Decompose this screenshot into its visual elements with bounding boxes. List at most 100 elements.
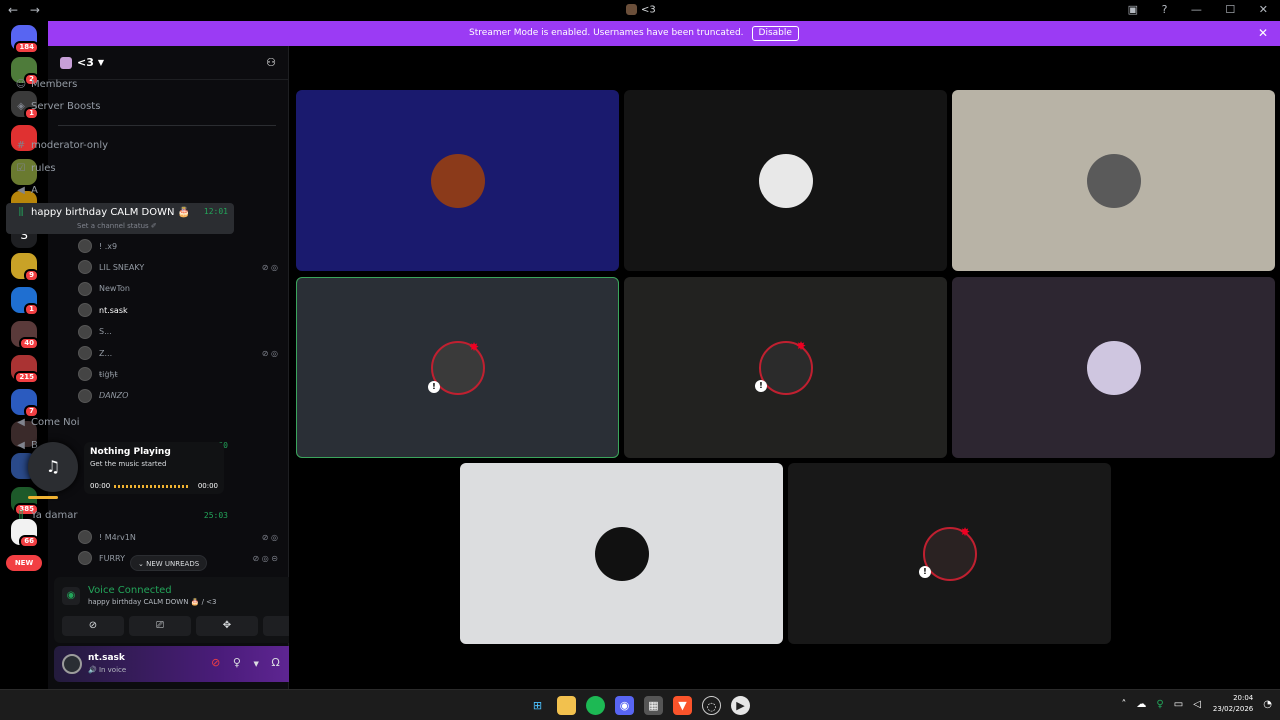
voice-user-name: S...: [99, 327, 112, 337]
voice-user[interactable]: NewTon: [78, 279, 278, 299]
discord-icon[interactable]: ◉: [615, 696, 634, 715]
camera-button[interactable]: ⊘: [62, 616, 124, 636]
system-tray: ˄ ☁ ♀ ▭ ◁ 20:04 23/02/2026 ◔: [1111, 693, 1272, 715]
server-icon[interactable]: 1: [11, 287, 39, 316]
inbox-icon[interactable]: ▣: [1128, 3, 1138, 16]
participant-tile[interactable]: [952, 90, 1275, 271]
back-icon[interactable]: ←: [8, 3, 18, 17]
voice-user[interactable]: S...: [78, 322, 278, 342]
avatar: [78, 551, 92, 566]
channel-moderator-only[interactable]: # moderator-only: [6, 134, 234, 156]
server-icon[interactable]: 40: [11, 321, 39, 350]
clock[interactable]: 20:04 23/02/2026: [1213, 693, 1253, 715]
volume-icon[interactable]: ◁: [1193, 699, 1201, 710]
server-icon[interactable]: 9: [11, 253, 39, 282]
disable-button[interactable]: Disable: [751, 26, 799, 41]
channel-rules[interactable]: ☑ rules: [6, 157, 234, 179]
mention-badge: 66: [19, 535, 39, 548]
game-off-icon[interactable]: ⊘: [211, 656, 220, 669]
voice-user[interactable]: LIL SNEAKY ⊘ ◎: [78, 257, 278, 277]
activities-button[interactable]: ✥: [196, 616, 258, 636]
participant-tile[interactable]: [624, 90, 947, 271]
voice-status: ◉ Voice Connected happy birthday CALM DO…: [62, 585, 217, 606]
voice-user-name: ! M4rv1N: [99, 532, 136, 542]
notification-icon[interactable]: ◔: [1263, 699, 1272, 710]
channel-members[interactable]: ☺ Members: [6, 73, 234, 95]
windows-start-icon[interactable]: ⊞: [528, 696, 547, 715]
music-player[interactable]: ♫ Nothing Playing Get the music started …: [28, 440, 224, 499]
channel-server-boosts[interactable]: ◈ Server Boosts: [6, 95, 234, 117]
headphones-icon[interactable]: Ω: [271, 656, 279, 669]
deafened-icon: ✸: [796, 339, 807, 353]
voice-user-name: ŧiġђŧ: [99, 369, 118, 379]
window-title-text: <3: [641, 4, 656, 16]
cloud-icon[interactable]: ☁: [1136, 699, 1146, 710]
voice-connected-channel[interactable]: happy birthday CALM DOWN 🎂 / <3: [88, 598, 217, 606]
share-screen-button[interactable]: ⎚: [129, 616, 191, 636]
participant-tile[interactable]: [460, 463, 783, 644]
participant-avatar: [430, 153, 485, 208]
new-unreads-button[interactable]: ⌄ NEW UNREADS: [130, 555, 208, 571]
new-servers-button[interactable]: NEW: [6, 555, 42, 571]
microphone-icon[interactable]: ♀: [1156, 699, 1163, 710]
channel-timer: 25:03: [203, 510, 228, 520]
voice-user[interactable]: ! .x9: [78, 236, 278, 256]
signal-icon[interactable]: ◉: [62, 586, 80, 605]
username[interactable]: nt.sask: [88, 653, 125, 663]
minimize-icon[interactable]: —: [1191, 3, 1202, 16]
network-icon[interactable]: ▭: [1174, 699, 1183, 710]
muted-icon: !: [919, 566, 931, 578]
rules-icon: ☑: [16, 162, 26, 174]
channel-label: Ya damar: [31, 509, 78, 521]
file-explorer-icon[interactable]: [557, 696, 576, 715]
voice-user[interactable]: 𝘋𝘈𝘕𝘡𝘖: [78, 386, 278, 406]
server-icon[interactable]: 184: [11, 25, 39, 54]
participant-tile[interactable]: [952, 277, 1275, 458]
server-list: 1842157S9140215738566: [0, 21, 48, 689]
close-banner-icon[interactable]: ✕: [1258, 21, 1268, 46]
avatar: [78, 239, 92, 253]
voice-user[interactable]: Z... ⊘ ◎: [78, 343, 278, 363]
participant-tile[interactable]: [296, 90, 619, 271]
server-icon[interactable]: 215: [11, 355, 39, 384]
set-channel-status[interactable]: Set a channel status ✐: [77, 222, 157, 230]
clock-time: 20:04: [1233, 694, 1254, 702]
deafened-icon: ✸: [960, 525, 971, 539]
maximize-icon[interactable]: ☐: [1225, 3, 1235, 16]
store-icon[interactable]: ▦: [644, 696, 663, 715]
voice-user-name: LIL SNEAKY: [99, 262, 145, 272]
participant-tile[interactable]: ! ✸: [296, 277, 619, 458]
microphone-icon[interactable]: ♀: [233, 656, 241, 669]
chevron-down-icon[interactable]: ▼: [253, 660, 258, 668]
participant-tile[interactable]: ! ✸: [624, 277, 947, 458]
invite-people-icon[interactable]: ⚇: [266, 56, 276, 69]
voice-user-name: nt.sask: [99, 305, 128, 315]
mute-deafen-icon: ⊘ ◎: [261, 348, 278, 358]
taskbar-apps: ⊞ ◉ ▦ ▼ ◌ ▶: [528, 696, 750, 715]
participant-tile[interactable]: ! ✸: [788, 463, 1111, 644]
music-note-icon[interactable]: ♫: [28, 442, 78, 492]
server-icon: [626, 4, 637, 15]
mention-badge: 215: [14, 371, 39, 384]
voice-channel-a[interactable]: ◀ A: [6, 179, 234, 201]
window-title: <3: [626, 4, 656, 16]
close-window-icon[interactable]: ✕: [1259, 3, 1268, 16]
spotify-icon[interactable]: [586, 696, 605, 715]
voice-channel-ya-damar[interactable]: ⫼ Ya damar 25:03: [6, 504, 234, 526]
help-icon[interactable]: ?: [1162, 3, 1168, 16]
music-volume-bar: [28, 496, 58, 499]
voice-channel-come-noi[interactable]: ◀ Come Noi: [6, 411, 234, 433]
forward-icon[interactable]: →: [30, 3, 40, 17]
voice-user[interactable]: ! M4rv1N ⊘ ◎: [78, 527, 278, 547]
server-icon: [60, 56, 72, 69]
chevron-up-icon[interactable]: ˄: [1121, 699, 1126, 710]
voice-user[interactable]: ŧiġђŧ: [78, 364, 278, 384]
media-player-icon[interactable]: ▶: [731, 696, 750, 715]
app-icon[interactable]: ◌: [702, 696, 721, 715]
voice-user-name: FURRY: [99, 553, 125, 563]
brave-browser-icon[interactable]: ▼: [673, 696, 692, 715]
avatar[interactable]: [62, 654, 82, 674]
channel-label: moderator-only: [31, 139, 109, 151]
voice-user[interactable]: nt.sask: [78, 300, 278, 320]
boost-icon: ◈: [17, 100, 25, 112]
